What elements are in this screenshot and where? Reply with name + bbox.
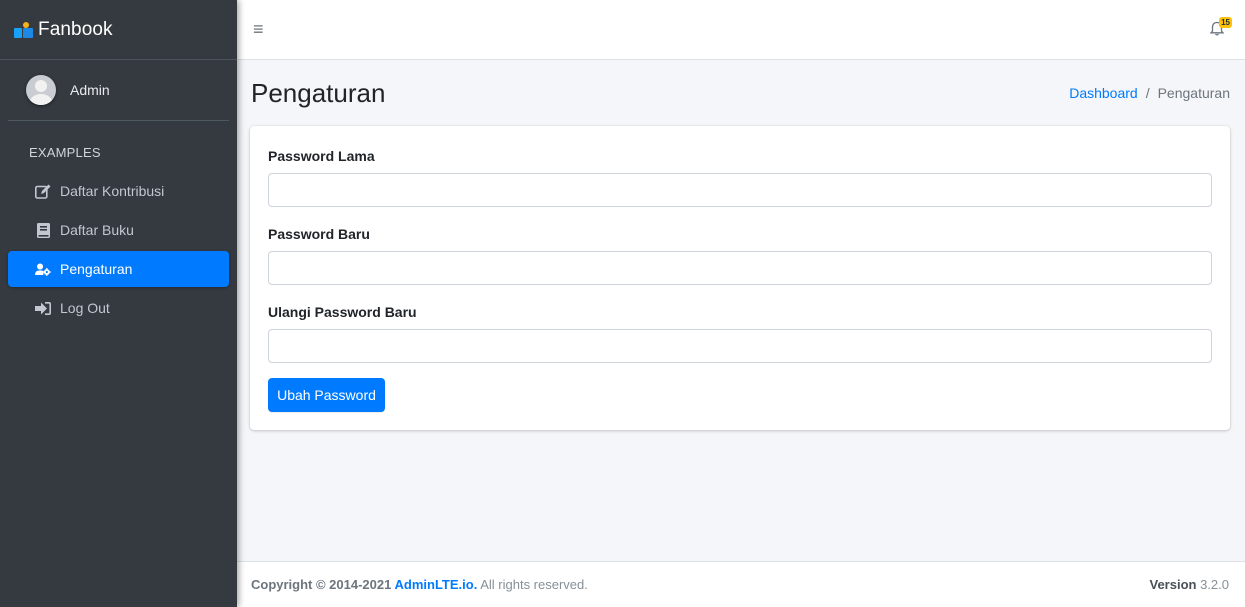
sign-out-icon [35, 300, 51, 316]
rights-text: All rights reserved. [480, 577, 588, 592]
brand-link[interactable]: Fanbook [0, 0, 237, 60]
old-password-group: Password Lama [268, 148, 375, 164]
hamburger-icon[interactable]: ≡ [253, 19, 264, 40]
users-cog-icon [35, 261, 51, 277]
brand-logo-icon [14, 21, 34, 38]
repeat-password-label: Ulangi Password Baru [268, 304, 417, 320]
sidebar-item-daftar-kontribusi[interactable]: Daftar Kontribusi [8, 173, 229, 209]
user-panel[interactable]: Admin [8, 60, 229, 121]
page-title: Pengaturan [251, 77, 386, 108]
book-icon [35, 222, 51, 238]
sidebar-item-log-out[interactable]: Log Out [8, 290, 229, 326]
breadcrumb-separator: / [1145, 85, 1150, 101]
sidebar-item-daftar-buku[interactable]: Daftar Buku [8, 212, 229, 248]
avatar [26, 75, 56, 105]
repeat-password-input[interactable] [268, 329, 1212, 363]
footer-copyright: Copyright © 2014-2021 AdminLTE.io. All r… [251, 577, 588, 592]
nav-header: EXAMPLES [29, 145, 101, 160]
sidebar-item-pengaturan[interactable]: Pengaturan [8, 251, 229, 287]
notifications-button[interactable]: 15 [1205, 16, 1232, 42]
edit-icon [35, 183, 51, 199]
repeat-password-group: Ulangi Password Baru [268, 304, 417, 320]
main-footer: Copyright © 2014-2021 AdminLTE.io. All r… [237, 561, 1245, 607]
version-label: Version [1149, 577, 1197, 592]
old-password-label: Password Lama [268, 148, 375, 164]
copyright-text: Copyright © 2014-2021 [251, 577, 392, 592]
main-sidebar: Fanbook Admin EXAMPLES Daftar Kontribusi… [0, 0, 237, 607]
change-password-button[interactable]: Ubah Password [268, 378, 385, 412]
change-password-card: Password Lama Password Baru Ulangi Passw… [250, 126, 1230, 430]
breadcrumb-dashboard-link[interactable]: Dashboard [1069, 85, 1138, 101]
user-name: Admin [70, 82, 110, 98]
breadcrumb-current: Pengaturan [1157, 85, 1230, 101]
new-password-input[interactable] [268, 251, 1212, 285]
version-value: 3.2.0 [1200, 577, 1229, 592]
sidebar-item-label: Daftar Buku [60, 222, 134, 238]
brand-name: Fanbook [38, 18, 113, 40]
new-password-label: Password Baru [268, 226, 370, 242]
top-navbar: ≡ 15 [237, 0, 1245, 60]
sidebar-item-label: Log Out [60, 300, 110, 316]
content-header: Pengaturan Dashboard / Pengaturan [237, 60, 1245, 126]
breadcrumb: Dashboard / Pengaturan [1069, 85, 1230, 101]
sidebar-nav: Daftar Kontribusi Daftar Buku Pengaturan… [0, 173, 237, 326]
footer-version: Version 3.2.0 [1149, 577, 1229, 592]
new-password-group: Password Baru [268, 226, 370, 242]
adminlte-link[interactable]: AdminLTE.io. [395, 577, 478, 592]
old-password-input[interactable] [268, 173, 1212, 207]
sidebar-item-label: Pengaturan [60, 261, 133, 277]
sidebar-item-label: Daftar Kontribusi [60, 183, 165, 199]
notification-badge: 15 [1219, 16, 1232, 28]
